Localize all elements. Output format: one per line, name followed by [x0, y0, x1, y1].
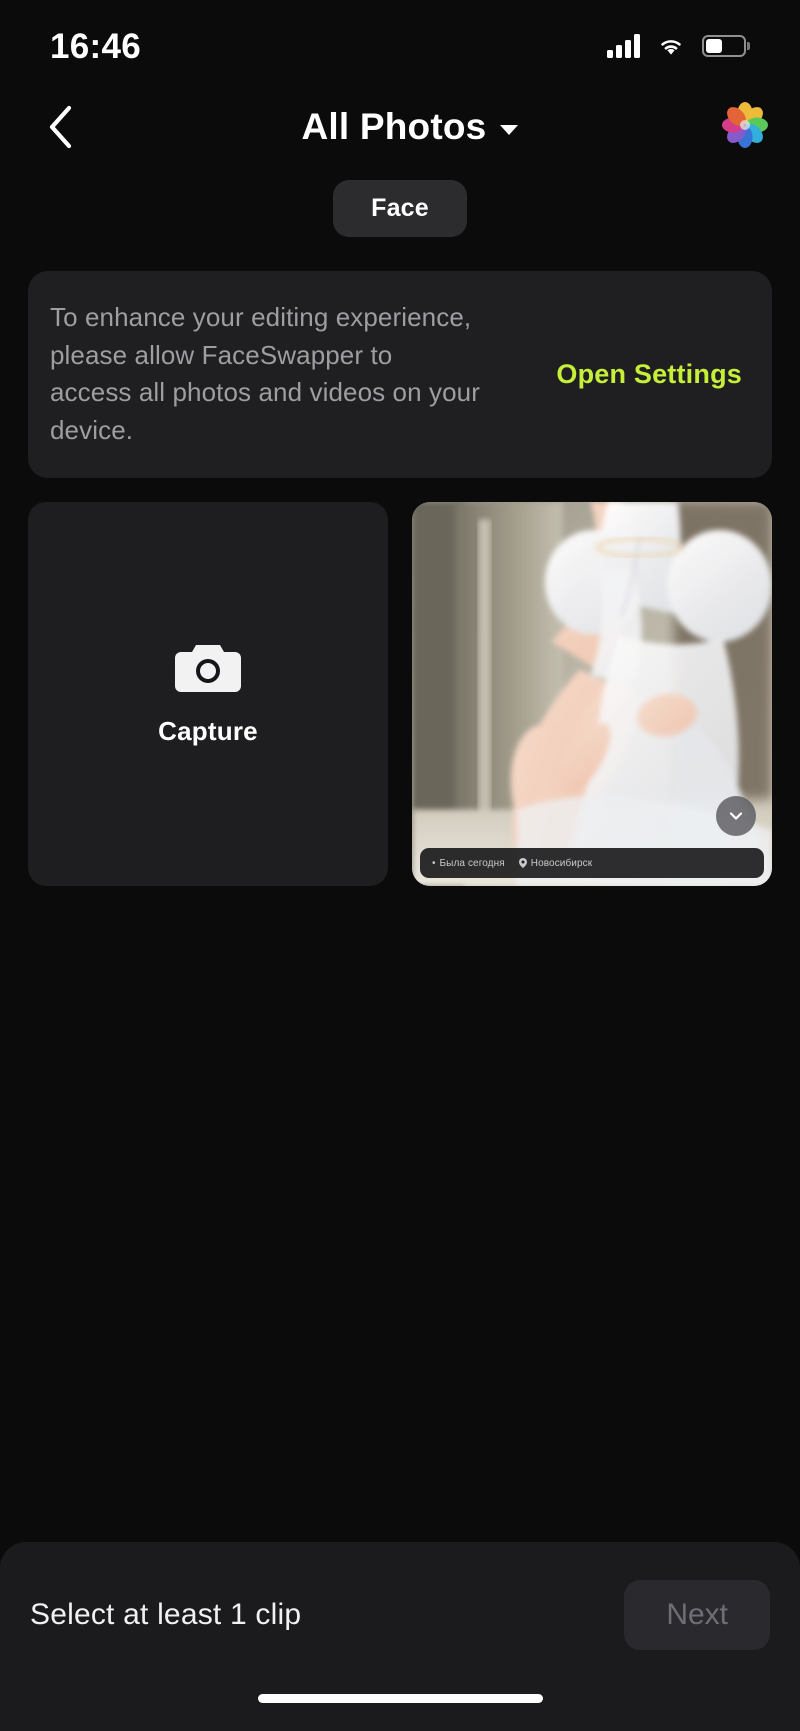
photos-app-button[interactable]: [720, 100, 770, 155]
next-button[interactable]: Next: [624, 1580, 770, 1650]
photo-location-chip: Новосибирск: [518, 857, 593, 869]
bottom-action-bar: Select at least 1 clip Next: [0, 1542, 800, 1680]
permission-message: To enhance your editing experience, plea…: [50, 302, 480, 446]
page-title: All Photos: [301, 106, 487, 147]
pin-icon: [518, 858, 527, 869]
album-selector[interactable]: All Photos: [100, 106, 720, 148]
photo-overlay-meta: • Была сегодня Новосибирск: [420, 848, 764, 879]
selection-hint: Select at least 1 clip: [30, 1598, 302, 1631]
app-screen: 16:46 All Photos Face To enhance your ed…: [0, 0, 800, 1731]
status-time: 16:46: [50, 27, 142, 66]
back-button[interactable]: [30, 97, 90, 157]
media-grid: Capture • Была сегодня Новосибирск: [28, 501, 772, 887]
home-indicator-area: [0, 1680, 800, 1731]
navigation-bar: All Photos: [0, 88, 800, 166]
expand-photo-button[interactable]: [716, 796, 756, 837]
photo-tile[interactable]: • Была сегодня Новосибирск: [412, 501, 772, 887]
photo-thumbnail: [412, 501, 772, 887]
permission-banner: To enhance your editing experience, plea…: [28, 271, 772, 478]
filter-tab-row: Face: [0, 166, 800, 247]
photo-location-text: Новосибирск: [530, 857, 593, 869]
camera-icon: [175, 645, 241, 693]
chevron-down-icon: [500, 124, 519, 135]
home-indicator[interactable]: [257, 1694, 543, 1703]
chevron-left-icon: [49, 105, 72, 149]
chevron-down-circle-icon: [729, 812, 743, 820]
cellular-bars-icon: [607, 34, 640, 58]
tab-face[interactable]: Face: [333, 180, 467, 237]
capture-label: Capture: [158, 716, 258, 747]
wifi-icon: [656, 34, 686, 58]
photo-status-text: Была сегодня: [439, 857, 505, 869]
status-icons: [607, 30, 746, 58]
battery-icon: [702, 35, 746, 57]
photos-flower-icon: [722, 101, 768, 148]
empty-grid-area: [0, 886, 800, 1542]
open-settings-link[interactable]: Open Settings: [556, 359, 746, 390]
capture-tile[interactable]: Capture: [28, 501, 388, 887]
status-dot-icon: •: [432, 857, 436, 869]
status-bar: 16:46: [0, 0, 800, 88]
photo-status-chip: • Была сегодня: [432, 858, 505, 869]
